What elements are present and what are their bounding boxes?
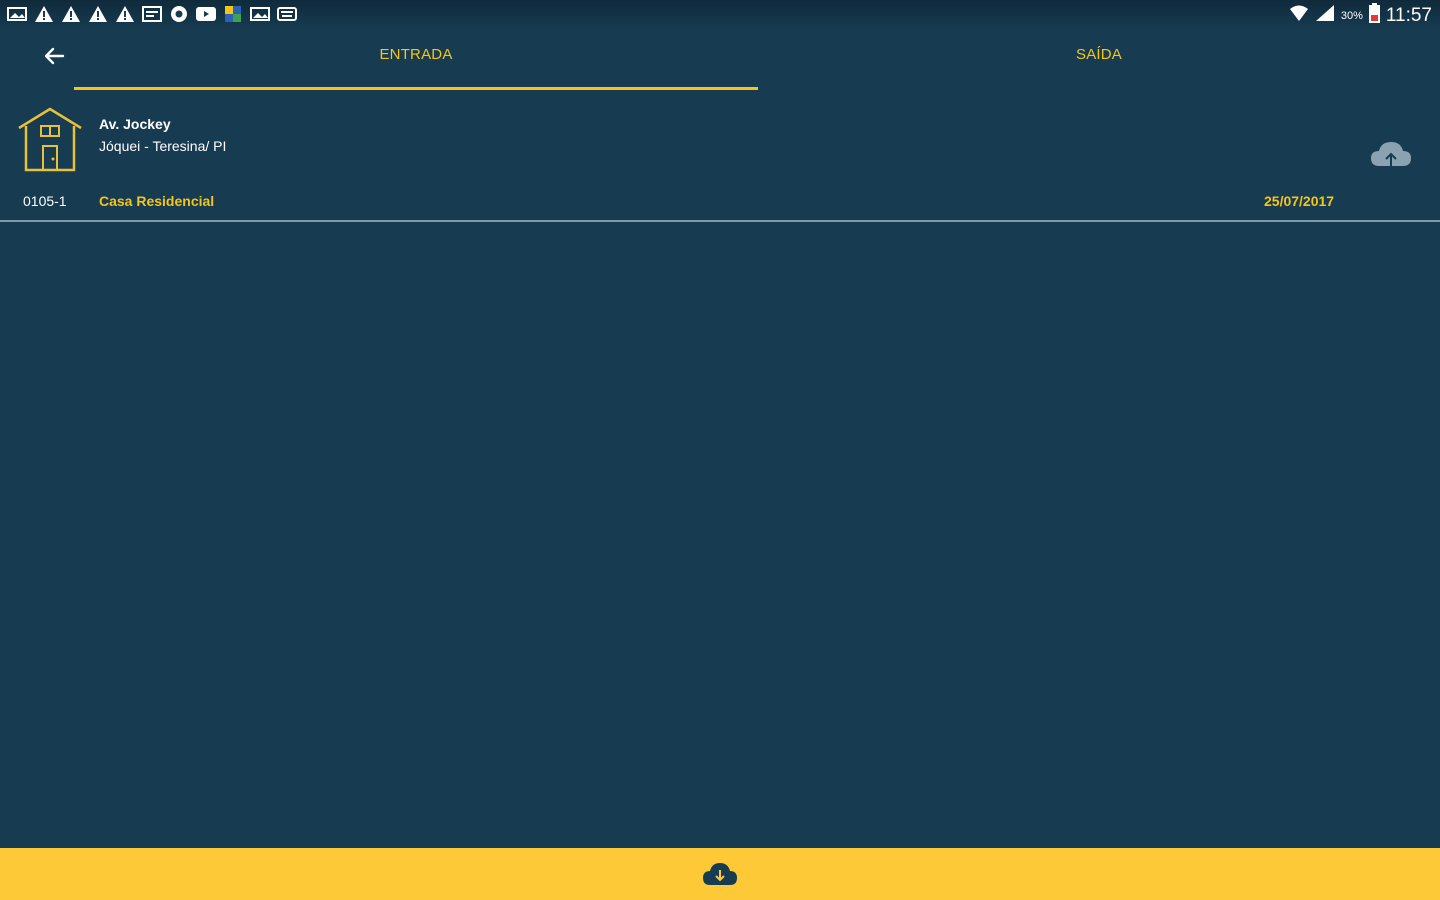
status-bar: 30% 11:57 — [0, 0, 1440, 30]
cloud-upload-icon[interactable] — [1369, 138, 1413, 177]
property-code: 0105-1 — [23, 193, 67, 209]
app-icon — [222, 4, 243, 24]
property-type: Casa Residencial — [99, 193, 215, 209]
cloud-download-icon — [702, 860, 738, 893]
wifi-icon — [1289, 4, 1309, 27]
back-button[interactable] — [38, 40, 70, 72]
tab-selected-indicator — [74, 87, 758, 90]
warning-icon — [33, 4, 54, 24]
list-divider — [0, 220, 1440, 222]
address-city: Jóquei - Teresina/ PI — [99, 138, 227, 154]
youtube-icon — [195, 4, 216, 24]
keyboard-icon — [276, 4, 297, 24]
arrow-left-icon — [44, 47, 65, 65]
system-status: 30% 11:57 — [1289, 3, 1432, 28]
battery-icon — [1368, 3, 1380, 28]
inspection-date: 25/07/2017 — [1264, 193, 1335, 209]
address-street: Av. Jockey — [99, 116, 171, 132]
warning-icon — [87, 4, 108, 24]
gallery-icon — [6, 4, 27, 24]
sync-bar[interactable] — [0, 848, 1440, 900]
chrome-icon — [168, 4, 189, 24]
calendar-icon — [141, 4, 162, 24]
house-icon — [16, 106, 84, 177]
tab-saida[interactable]: SAÍDA — [758, 46, 1440, 90]
gallery-icon — [249, 4, 270, 24]
tab-saida-label: SAÍDA — [1075, 46, 1122, 63]
battery-percent: 30% — [1340, 9, 1363, 22]
list-item[interactable]: Av. Jockey Jóquei - Teresina/ PI 0105-1 … — [0, 100, 1440, 220]
warning-icon — [114, 4, 135, 24]
clock: 11:57 — [1385, 4, 1432, 26]
signal-icon — [1315, 4, 1335, 27]
warning-icon — [60, 4, 81, 24]
tab-entrada[interactable]: ENTRADA — [74, 46, 758, 90]
notification-icons — [6, 4, 297, 24]
tab-entrada-label: ENTRADA — [379, 46, 453, 63]
